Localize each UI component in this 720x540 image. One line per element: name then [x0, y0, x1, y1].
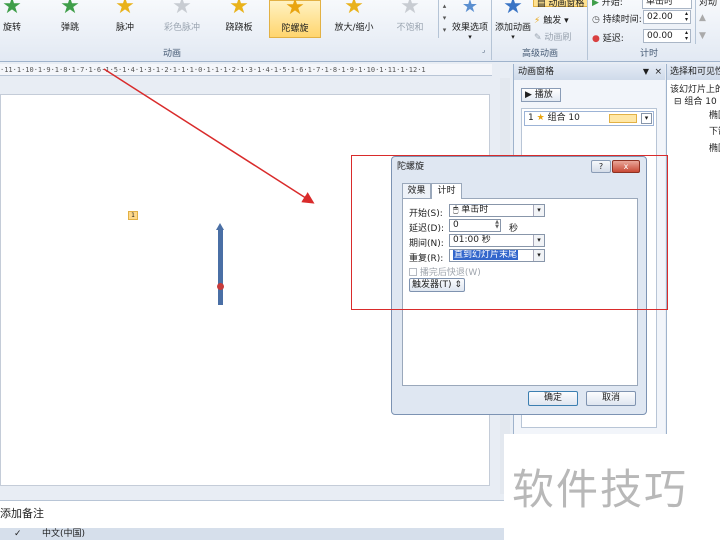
- watermark-text: 软件技巧: [512, 465, 689, 514]
- tab-timing[interactable]: 计时: [431, 183, 462, 199]
- watermark: 软件技巧: [504, 434, 720, 540]
- annotation-arrow: [103, 68, 315, 204]
